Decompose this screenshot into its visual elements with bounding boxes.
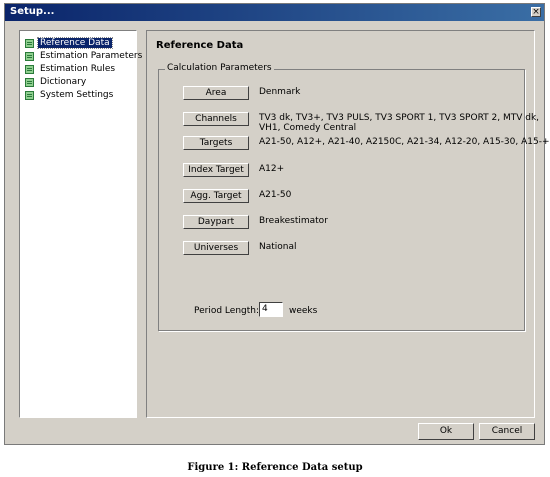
targets-value: A21-50, A12+, A21-40, A2150C, A21-34, A1… [259,137,550,147]
title-bar[interactable]: Setup... × [5,4,544,21]
reference-data-panel: Reference Data Calculation Parameters Ar… [146,30,550,418]
tree-item-estimation-rules[interactable]: Estimation Rules [25,63,117,75]
setup-window: Setup... × Reference Data Estimation Par… [4,3,550,445]
tree-item-label: Estimation Rules [40,64,116,74]
document-list-icon [25,64,34,74]
channels-button[interactable]: Channels [183,112,249,126]
period-length-label: Period Length: [194,306,259,316]
tree-item-label: Dictionary [40,77,87,87]
tree-item-label: System Settings [40,90,114,100]
document-list-icon [25,77,34,87]
tree-item-label: Estimation Parameters [40,51,143,61]
window-title: Setup... [10,6,55,17]
agg-target-button[interactable]: Agg. Target [183,189,249,203]
index-target-button[interactable]: Index Target [183,163,249,177]
area-button[interactable]: Area [183,86,249,100]
period-unit-label: weeks [289,306,318,316]
tree-item-estimation-parameters[interactable]: Estimation Parameters [25,50,144,62]
channels-value-line2: VH1, Comedy Central [259,123,357,133]
tree-item-reference-data[interactable]: Reference Data [25,37,113,49]
tree-item-label: Reference Data [37,37,113,49]
daypart-button[interactable]: Daypart [183,215,249,229]
close-icon[interactable]: × [531,7,541,17]
channels-value: TV3 dk, TV3+, TV3 PULS, TV3 SPORT 1, TV3… [259,113,540,123]
targets-button[interactable]: Targets [183,136,249,150]
calculation-parameters-group: Calculation Parameters Area Denmark Chan… [158,63,550,331]
document-list-icon [25,90,34,100]
universes-value: National [259,242,297,252]
index-target-value: A12+ [259,164,285,174]
settings-tree: Reference Data Estimation Parameters Est… [19,30,142,418]
area-value: Denmark [259,87,301,97]
document-list-icon [25,51,34,61]
ok-button[interactable]: Ok [418,423,474,440]
daypart-value: Breakestimator [259,216,328,226]
tree-item-dictionary[interactable]: Dictionary [25,76,88,88]
group-legend: Calculation Parameters [165,63,274,73]
universes-button[interactable]: Universes [183,241,249,255]
tree-item-system-settings[interactable]: System Settings [25,89,115,101]
cancel-button[interactable]: Cancel [479,423,535,440]
page-title: Reference Data [156,40,244,51]
period-length-input[interactable]: 4 [259,302,283,317]
agg-target-value: A21-50 [259,190,292,200]
document-list-icon [25,38,34,48]
figure-caption: Figure 1: Reference Data setup [187,462,363,473]
